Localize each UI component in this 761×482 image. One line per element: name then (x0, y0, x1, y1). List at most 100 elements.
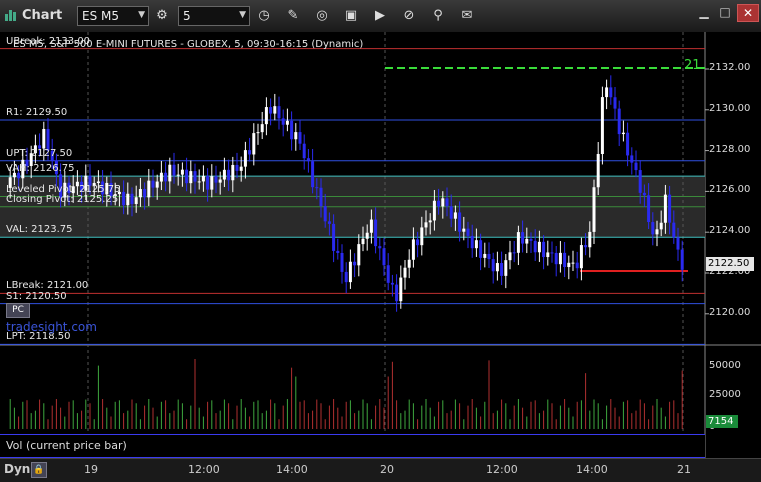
candle-body-140 (592, 187, 596, 232)
candle-body-69 (294, 132, 298, 140)
candle-body-108 (458, 212, 462, 232)
level-label-0: UBreak: 2133.00 (6, 35, 91, 47)
candle-body-103 (437, 200, 441, 207)
candle-body-129 (546, 252, 550, 258)
price-chart[interactable] (0, 32, 761, 458)
price-tick-3: 2126.00 (709, 184, 751, 196)
candle-body-104 (441, 198, 445, 207)
candle-body-128 (542, 241, 546, 258)
candle-body-130 (550, 252, 554, 254)
candle-body-47 (201, 175, 205, 182)
candle-body-32 (138, 189, 142, 198)
settings-gear-icon[interactable]: ⚙ (152, 6, 172, 26)
candle-body-159 (672, 222, 676, 238)
candle-body-76 (323, 206, 327, 222)
time-label-5: 14:00 (576, 463, 608, 476)
symbol-combo[interactable]: ES M5 ▼ (77, 6, 149, 26)
candle-body-151 (638, 170, 642, 193)
candle-body-153 (647, 195, 651, 223)
candle-body-112 (474, 240, 478, 249)
candle-body-70 (298, 132, 302, 144)
current-price-tag: 2122.50 (706, 257, 754, 271)
candle-body-133 (563, 252, 567, 268)
pencil-draw-icon[interactable]: ✎ (283, 6, 303, 26)
window-title: Chart (22, 8, 63, 23)
candle-body-41 (176, 174, 180, 176)
candle-body-59 (252, 133, 256, 155)
candle-body-53 (227, 169, 231, 181)
candle-body-48 (206, 175, 210, 190)
link-icon[interactable]: ⚲ (428, 6, 448, 26)
level-label-3: VAH: 2126.75 (6, 163, 75, 175)
candle-body-139 (588, 231, 592, 248)
candle-body-143 (605, 87, 609, 98)
candle-body-137 (579, 245, 583, 269)
candle-body-81 (344, 271, 348, 283)
candle-body-94 (399, 277, 403, 302)
candle-body-157 (663, 194, 667, 223)
time-axis-bar: Dyn 🔒 19 12:00 14:00 20 12:00 14:00 21 (0, 458, 761, 482)
indicator-icon[interactable]: ◎ (312, 6, 332, 26)
candle-body-99 (420, 227, 424, 246)
candle-body-52 (222, 169, 226, 180)
candle-body-35 (151, 180, 155, 188)
level-label-1: R1: 2129.50 (6, 107, 68, 118)
candle-body-34 (147, 180, 151, 198)
candle-body-51 (218, 179, 222, 183)
candle-body-63 (269, 107, 273, 114)
clock-icon[interactable]: ◷ (254, 6, 274, 26)
candle-body-37 (159, 172, 163, 182)
candle-body-67 (285, 120, 289, 125)
candle-body-68 (290, 120, 294, 140)
chevron-down-icon[interactable]: ▼ (138, 10, 145, 20)
candle-body-138 (584, 245, 588, 248)
candle-body-125 (529, 238, 533, 241)
strategy-icon[interactable]: ▣ (341, 6, 361, 26)
lock-icon[interactable]: 🔒 (31, 462, 47, 478)
candle-body-95 (403, 267, 407, 278)
candle-body-58 (248, 150, 252, 155)
candle-body-92 (390, 282, 394, 285)
candle-body-158 (668, 194, 672, 223)
volume-tick-1: 25000 (709, 389, 741, 400)
candle-body-75 (319, 187, 323, 207)
candle-body-78 (332, 223, 336, 251)
interval-combo[interactable]: 5 ▼ (178, 6, 250, 26)
dyn-label: Dyn (4, 462, 31, 476)
candle-body-136 (575, 262, 579, 269)
candle-body-46 (197, 181, 201, 183)
candle-body-100 (424, 222, 428, 228)
candle-body-101 (428, 220, 432, 223)
close-icon[interactable]: ✕ (737, 4, 759, 22)
candle-body-147 (621, 132, 625, 135)
candle-body-131 (554, 252, 558, 265)
current-volume-tag: 7154 (706, 415, 738, 428)
candle-body-149 (630, 155, 634, 163)
symbol-value: ES M5 (82, 9, 120, 23)
candle-body-31 (134, 197, 138, 204)
candle-body-114 (483, 253, 487, 258)
time-label-4: 12:00 (486, 463, 518, 476)
play-icon[interactable]: ▶ (370, 6, 390, 26)
candle-body-57 (243, 150, 247, 167)
level-label-6: VAL: 2123.75 (6, 224, 73, 236)
candle-body-71 (302, 143, 306, 159)
time-label-2: 14:00 (276, 463, 308, 476)
candle-body-38 (164, 172, 168, 182)
comment-icon[interactable]: ✉ (457, 6, 477, 26)
candle-body-152 (642, 192, 646, 196)
previous-close-badge: PC (6, 303, 30, 318)
candle-body-121 (512, 252, 516, 254)
candle-body-50 (214, 176, 218, 183)
no-entry-icon[interactable]: ⊘ (399, 6, 419, 26)
candle-body-80 (340, 252, 344, 272)
candle-body-115 (487, 253, 491, 260)
candle-body-42 (180, 169, 184, 175)
candle-body-110 (466, 228, 470, 236)
maximize-icon[interactable]: □ (715, 4, 735, 20)
minimize-icon[interactable]: ▁ (694, 4, 714, 20)
chevron-down-icon[interactable]: ▼ (239, 10, 246, 20)
candle-body-109 (462, 228, 466, 232)
candle-body-39 (168, 164, 172, 182)
level-label-8: S1: 2120.50 (6, 290, 67, 302)
